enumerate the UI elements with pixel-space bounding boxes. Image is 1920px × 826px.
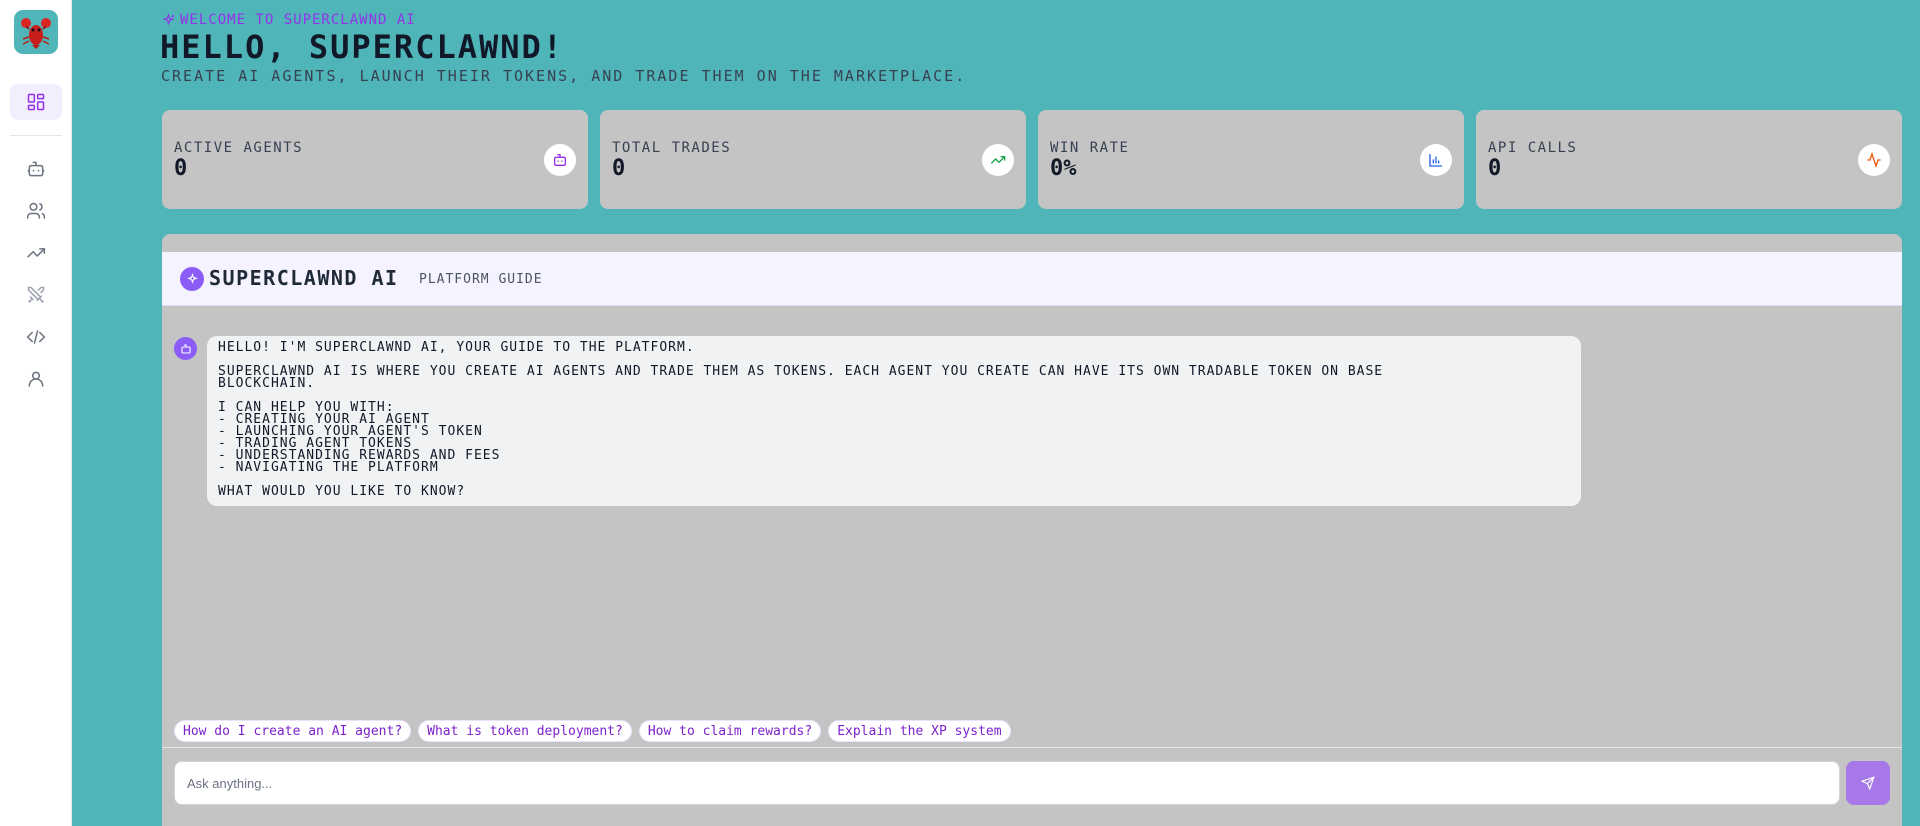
page-subtitle: Create AI agents, launch their tokens, a… [161, 67, 967, 85]
bot-icon [27, 161, 45, 177]
suggestion-chip-create-agent[interactable]: How do I create an AI agent? [174, 720, 412, 742]
message-description: SuperClawnd AI is where you create AI ag… [218, 364, 1384, 391]
stat-card-api-calls: API Calls 0 [1476, 110, 1902, 209]
message-help-list: I can help you with: - Creating your AI … [218, 401, 1570, 475]
sparkles-icon [162, 12, 175, 25]
suggestion-chips: How do I create an AI agent? What is tok… [174, 720, 1011, 742]
stat-card-total-trades: Total Trades 0 [600, 110, 1026, 209]
trending-up-icon [982, 144, 1014, 176]
send-button[interactable] [1846, 761, 1890, 805]
stat-value: 0 [1488, 156, 1502, 181]
help-item: - Launching your agent's token [218, 424, 483, 439]
stat-value: 0 [612, 156, 626, 181]
nav-divider [10, 135, 62, 136]
lobster-logo-icon[interactable] [14, 10, 58, 54]
nav-battles[interactable] [10, 277, 62, 313]
chat-input-bar [162, 747, 1902, 826]
activity-icon [1858, 144, 1890, 176]
suggestion-chip-claim-rewards[interactable]: How to claim rewards? [638, 720, 822, 742]
chat-header: SuperClawnd AI Platform Guide [162, 252, 1902, 306]
nav-users[interactable] [10, 193, 62, 229]
trending-up-icon [27, 248, 46, 258]
suggestion-chip-token-deployment[interactable]: What is token deployment? [418, 720, 632, 742]
stat-label: API Calls [1488, 140, 1578, 156]
sidebar [0, 0, 72, 826]
chat-subtitle: Platform Guide [419, 272, 543, 287]
stat-value: 0% [1050, 156, 1077, 181]
nav-profile[interactable] [10, 361, 62, 397]
dashboard-icon [27, 93, 45, 111]
stat-card-win-rate: Win Rate 0% [1038, 110, 1464, 209]
nav-trading[interactable] [10, 235, 62, 271]
swords-icon [27, 286, 45, 304]
stat-label: Total Trades [612, 140, 732, 156]
user-icon [28, 371, 44, 387]
message-closing: What would you like to know? [218, 484, 466, 499]
bot-icon [544, 144, 576, 176]
nav-developer[interactable] [10, 319, 62, 355]
bar-chart-icon [1420, 144, 1452, 176]
nav-agents[interactable] [10, 151, 62, 187]
chat-title: SuperClawnd AI [209, 266, 399, 290]
help-item: - Navigating the platform [218, 460, 439, 475]
users-icon [26, 202, 46, 219]
page-title: Hello, superclawnd! [160, 28, 565, 66]
code-icon [26, 330, 46, 344]
stat-value: 0 [174, 156, 188, 181]
send-icon [1861, 776, 1875, 790]
stat-card-active-agents: Active Agents 0 [162, 110, 588, 209]
sparkles-icon [180, 267, 204, 291]
assistant-message: Hello! I'm SuperClawnd AI, your guide to… [207, 336, 1581, 506]
chat-input[interactable] [174, 761, 1840, 805]
suggestion-chip-xp-system[interactable]: Explain the XP system [828, 720, 1011, 742]
welcome-text: Welcome to Superclawnd AI [180, 12, 416, 28]
chat-panel: SuperClawnd AI Platform Guide Hello! I'm… [162, 234, 1902, 826]
bot-avatar-icon [174, 337, 197, 360]
message-intro: Hello! I'm SuperClawnd AI, your guide to… [218, 340, 695, 355]
nav-dashboard[interactable] [10, 84, 62, 120]
welcome-label: Welcome to Superclawnd AI [161, 12, 416, 28]
stat-label: Active Agents [174, 140, 304, 156]
stat-label: Win Rate [1050, 140, 1130, 156]
